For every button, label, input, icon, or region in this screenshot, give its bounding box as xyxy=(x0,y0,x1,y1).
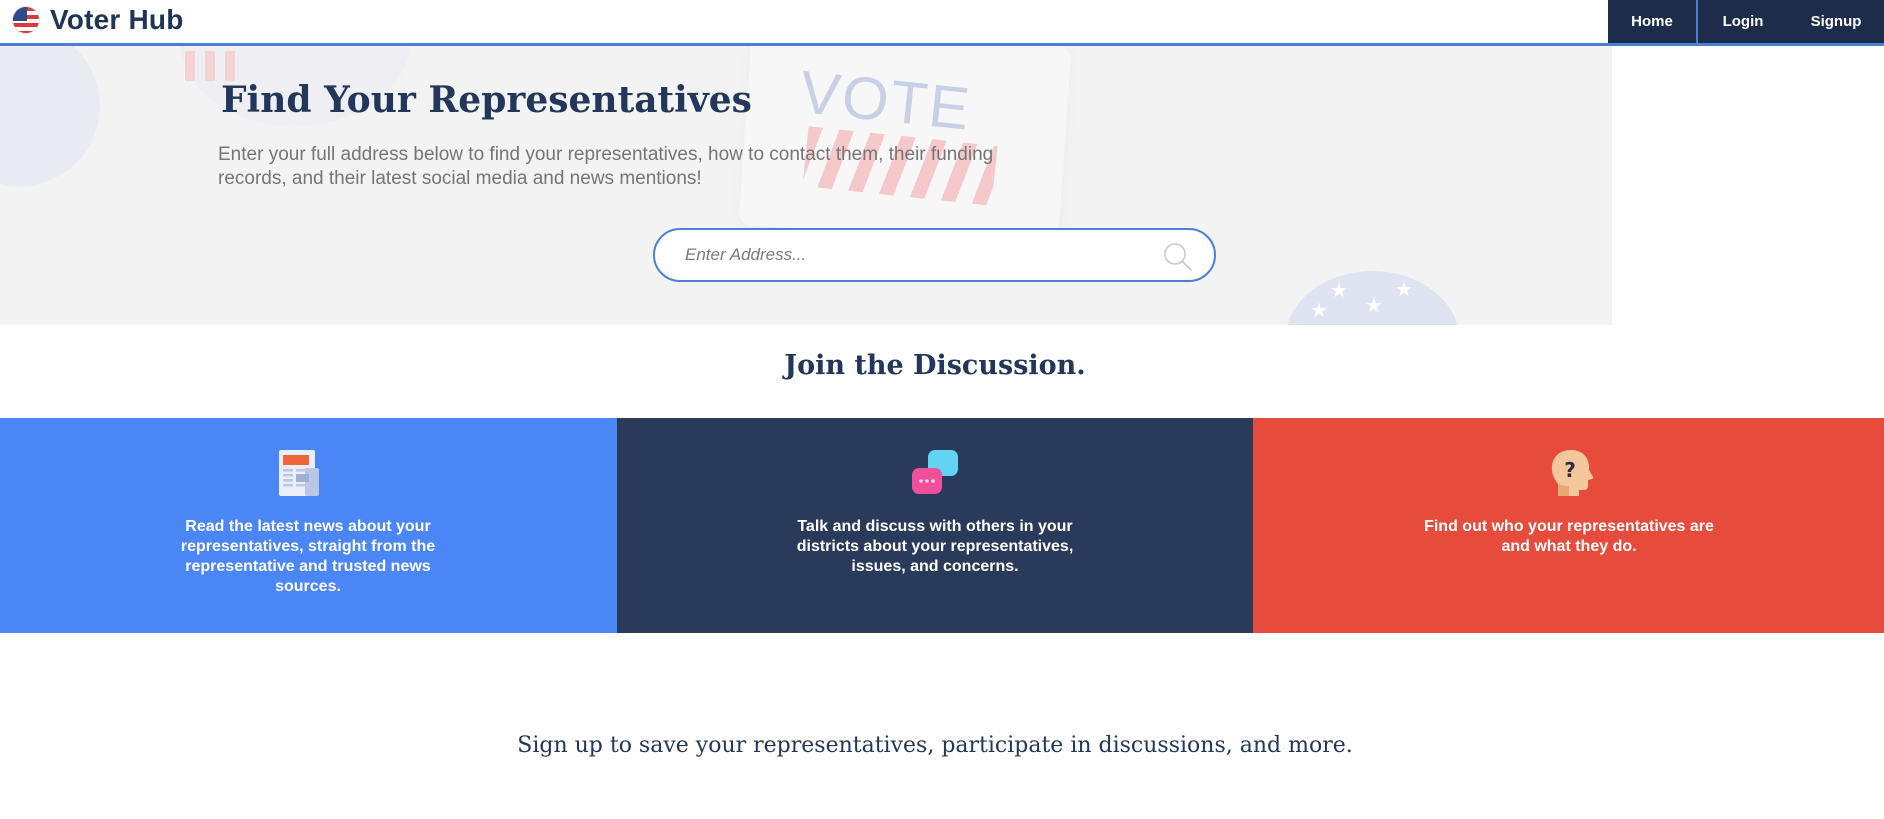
star-icon: ★ xyxy=(1330,280,1348,302)
page-title: Find Your Representatives xyxy=(221,79,752,121)
search-icon[interactable] xyxy=(1162,241,1194,273)
feature-panel-representatives: ? Find out who your representatives are … xyxy=(1253,418,1884,633)
svg-text:?: ? xyxy=(1564,458,1576,482)
address-search-input[interactable] xyxy=(683,240,1143,270)
main-nav: Home Login Signup xyxy=(1608,0,1884,43)
star-icon: ★ xyxy=(1365,295,1383,317)
discussion-heading: Join the Discussion. xyxy=(784,350,1086,381)
address-search-box xyxy=(653,228,1216,282)
head-question-icon: ? xyxy=(1551,450,1594,496)
feature-panel-discuss: Talk and discuss with others in your dis… xyxy=(617,418,1253,633)
nav-signup-button[interactable]: Signup xyxy=(1788,0,1884,43)
newspaper-icon xyxy=(279,450,319,496)
feature-reps-text: Find out who your representatives are an… xyxy=(1424,518,1714,555)
us-flag-badge-icon xyxy=(12,6,40,34)
brand-link[interactable]: Voter Hub xyxy=(12,4,184,36)
background-badge-left xyxy=(0,46,100,186)
feature-panel-news: Read the latest news about your represen… xyxy=(0,418,617,633)
hero-description: Enter your full address below to find yo… xyxy=(218,144,994,189)
background-stripe xyxy=(185,51,245,81)
signup-cta-text: Sign up to save your representatives, pa… xyxy=(517,733,1353,758)
nav-login-button[interactable]: Login xyxy=(1698,0,1788,43)
hero-section: VOTE ★ ★ ★ ★ Find Your Representatives E… xyxy=(0,46,1612,325)
star-icon: ★ xyxy=(1310,300,1328,322)
brand-name: Voter Hub xyxy=(50,4,184,35)
chat-bubbles-icon xyxy=(912,450,958,494)
star-icon: ★ xyxy=(1395,279,1413,301)
top-navbar: Voter Hub Home Login Signup xyxy=(0,0,1884,46)
nav-home-button[interactable]: Home xyxy=(1608,0,1698,43)
feature-discuss-text: Talk and discuss with others in your dis… xyxy=(796,518,1074,575)
feature-panels: Read the latest news about your represen… xyxy=(0,418,1884,633)
feature-news-text: Read the latest news about your represen… xyxy=(180,518,436,595)
